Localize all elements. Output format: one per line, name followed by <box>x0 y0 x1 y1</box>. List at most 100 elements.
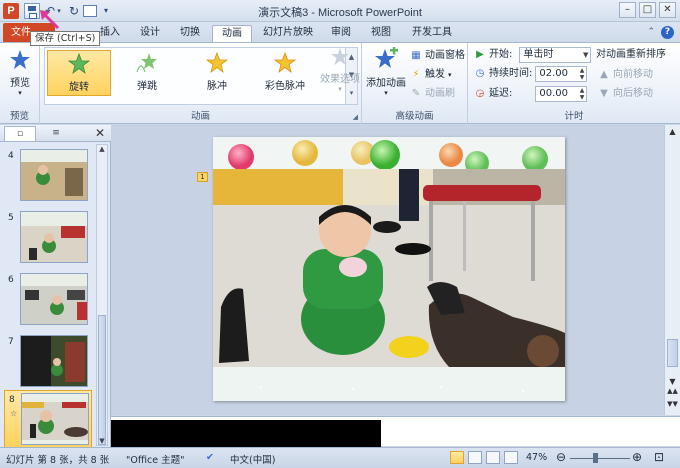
animation-gallery[interactable]: 旋转 弹跳 脉冲 彩色脉冲 ▲ ▼ ▾ <box>44 47 358 105</box>
slide-thumb-5[interactable]: 5 <box>4 209 92 267</box>
group-preview-label: 预览 <box>9 111 29 122</box>
tab-outline[interactable]: ≡ <box>40 126 72 141</box>
language[interactable]: 中文(中国) <box>230 452 275 466</box>
thumb-photo-image <box>21 274 87 324</box>
group-advanced-animation-label: 高级动画 <box>395 111 434 122</box>
zoom-slider-knob[interactable] <box>593 453 598 463</box>
tab-developer[interactable]: 开发工具 <box>406 25 458 42</box>
slide-sorter-view-icon[interactable] <box>468 451 482 464</box>
prev-slide-icon[interactable]: ▲▲ <box>665 387 680 395</box>
slide-photo-image[interactable] <box>213 137 565 401</box>
move-later-icon: ▼ <box>600 88 608 99</box>
normal-view-icon[interactable] <box>450 451 464 464</box>
move-later-button[interactable]: ▼ 向后移动 <box>598 86 653 102</box>
tab-review[interactable]: 审阅 <box>326 25 356 42</box>
panel-close-icon[interactable]: ✕ <box>95 126 105 140</box>
reading-view-icon[interactable] <box>486 451 500 464</box>
duration-clock-icon: ◷ <box>475 68 485 79</box>
zoom-slider[interactable] <box>570 458 630 459</box>
reorder-title: 对动画重新排序 <box>596 49 666 60</box>
maximize-button[interactable]: □ <box>639 2 656 18</box>
spellcheck-icon[interactable]: ✔ <box>206 452 214 463</box>
slide-thumb-7[interactable]: 7 <box>4 333 92 391</box>
animation-pane-button[interactable]: ▦ 动画窗格 <box>410 48 465 64</box>
trigger-button[interactable]: ⚡ 触发 ▾ <box>410 67 452 83</box>
slide-thumb-6[interactable]: 6 <box>4 271 92 329</box>
duration-label: 持续时间: <box>489 68 533 79</box>
delay-spin-icon[interactable]: ▲ ▼ <box>580 87 585 101</box>
fit-to-window-icon[interactable]: ⊡ <box>654 450 664 464</box>
slide-thumbnail <box>20 211 88 263</box>
minimize-button[interactable]: – <box>619 2 636 18</box>
delay-spinner[interactable]: 00.00 ▲ ▼ <box>535 86 588 102</box>
effect-options-star-icon <box>331 48 349 65</box>
tab-slideshow[interactable]: 幻灯片放映 <box>258 25 318 42</box>
delay-clock-icon: ◶ <box>475 88 485 99</box>
panel-scroll-up-icon[interactable]: ▲ <box>97 145 107 153</box>
tab-slides-thumbnails[interactable]: ▫ <box>4 126 36 141</box>
slides-panel: ▫ ≡ ✕ 4 5 6 7 8 ☆ ▲ ▼ <box>0 125 111 448</box>
zoom-out-icon[interactable]: ⊖ <box>556 450 566 464</box>
trigger-dropdown-icon: ▾ <box>448 71 452 79</box>
zoom-level[interactable]: 47% <box>526 452 547 463</box>
scroll-thumb[interactable] <box>667 339 678 367</box>
tab-view[interactable]: 视图 <box>366 25 396 42</box>
slide-number: 8 <box>9 395 15 405</box>
tab-design[interactable]: 设计 <box>135 25 165 42</box>
duration-spin-icon[interactable]: ▲ ▼ <box>580 67 585 81</box>
slides-panel-scrollbar[interactable]: ▲ ▼ <box>96 144 108 446</box>
duration-spinner[interactable]: 02.00 ▲ ▼ <box>535 66 588 82</box>
slide-thumbnail <box>20 273 88 325</box>
window-title: 演示文稿3 - Microsoft PowerPoint <box>258 7 422 19</box>
add-animation-button[interactable]: 添加动画 ▾ <box>364 46 408 97</box>
effect-spin[interactable]: 旋转 <box>47 50 111 96</box>
scroll-down-icon[interactable]: ▼ <box>665 377 680 386</box>
tab-transitions[interactable]: 切换 <box>175 25 205 42</box>
effect-pulse-label: 脉冲 <box>207 81 227 92</box>
effect-bounce-label: 弹跳 <box>137 81 157 92</box>
slideshow-view-icon[interactable] <box>504 451 518 464</box>
panel-scroll-thumb[interactable] <box>98 315 106 445</box>
panel-scroll-down-icon[interactable]: ▼ <box>97 437 107 445</box>
thumb-photo-image <box>22 394 88 444</box>
add-animation-icon <box>375 46 398 68</box>
preview-dropdown-icon[interactable]: ▾ <box>4 89 36 97</box>
slide-info: 幻灯片 第 8 张，共 8 张 <box>6 455 110 466</box>
collapse-ribbon-icon[interactable]: ⌃ <box>647 26 655 39</box>
start-combo[interactable]: 单击时 ▼ <box>519 47 592 63</box>
slide-thumb-8[interactable]: 8 ☆ <box>4 390 92 448</box>
slide-vertical-scrollbar[interactable]: ▲ ▼ ▲▲ ▼▼ <box>664 125 680 415</box>
ribbon: 预览 ▾ 预览 旋转 弹跳 脉冲 彩色脉冲 ▲ ▼ ▾ 效果选项 ▾ 动画 ◢ … <box>0 42 680 124</box>
start-dropdown-icon[interactable]: ▼ <box>583 48 588 62</box>
move-earlier-label: 向前移动 <box>613 69 653 80</box>
effect-options-button[interactable]: 效果选项 ▾ <box>320 47 360 93</box>
title-bar: P ↶ ▾ ↻ ▾ 演示文稿3 - Microsoft PowerPoint –… <box>0 0 680 22</box>
current-slide[interactable] <box>213 137 565 401</box>
effect-spin-label: 旋转 <box>69 82 89 93</box>
delay-row: ◶ 延迟: 00.00 ▲ ▼ <box>474 86 588 102</box>
animation-painter-label: 动画刷 <box>425 88 455 99</box>
start-play-icon: ▶ <box>476 49 484 60</box>
move-earlier-button[interactable]: ▲ 向前移动 <box>598 67 653 83</box>
effect-color-pulse[interactable]: 彩色脉冲 <box>253 50 317 96</box>
animation-dialog-launcher-icon[interactable]: ◢ <box>353 113 358 121</box>
notes-pane[interactable] <box>111 416 680 447</box>
animation-order-tag[interactable]: 1 <box>197 172 208 182</box>
animation-painter-button[interactable]: ✎ 动画刷 <box>410 86 455 102</box>
effect-bounce[interactable]: 弹跳 <box>115 50 179 96</box>
help-icon[interactable]: ? <box>661 26 674 39</box>
tab-animations[interactable]: 动画 <box>212 25 252 42</box>
scroll-up-icon[interactable]: ▲ <box>665 127 680 136</box>
next-slide-icon[interactable]: ▼▼ <box>665 400 680 408</box>
theme-name[interactable]: "Office 主题" <box>126 452 185 466</box>
slide-thumb-4[interactable]: 4 <box>4 147 92 205</box>
animation-pane-label: 动画窗格 <box>425 50 465 61</box>
ribbon-tabs: 文件 插入 设计 切换 动画 幻灯片放映 审阅 视图 开发工具 ⌃ ? <box>0 22 680 42</box>
effect-pulse[interactable]: 脉冲 <box>185 50 249 96</box>
slides-thumb-icon: ▫ <box>16 129 24 139</box>
close-button[interactable]: ✕ <box>659 2 676 18</box>
slide-number: 4 <box>8 151 14 161</box>
group-timing-label: 计时 <box>564 111 584 122</box>
zoom-in-icon[interactable]: ⊕ <box>632 450 642 464</box>
preview-button[interactable]: 预览 ▾ <box>4 49 36 97</box>
